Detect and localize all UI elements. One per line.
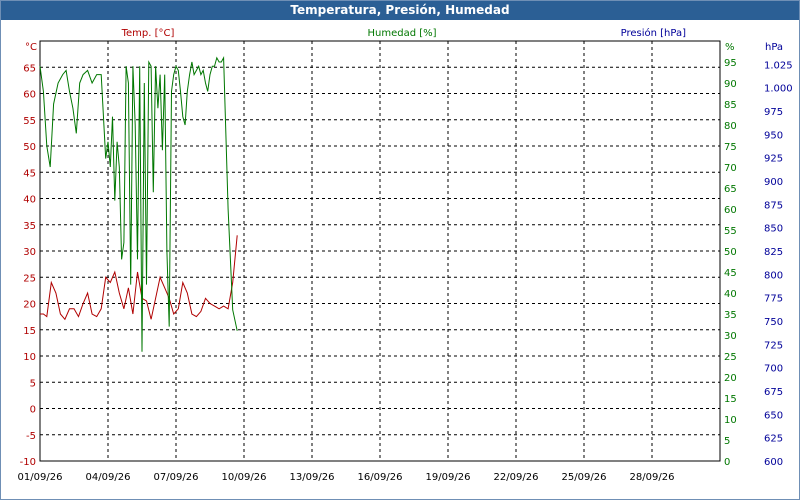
humidity-tick-label: 0 bbox=[724, 457, 730, 468]
temp-axis-header: Temp. [°C] bbox=[121, 28, 175, 39]
humidity-tick-label: 95 bbox=[724, 58, 737, 69]
humidity-tick-label: 25 bbox=[724, 352, 737, 363]
humidity-unit-label: % bbox=[725, 42, 735, 53]
x-tick-label: 13/09/26 bbox=[290, 472, 335, 483]
pressure-tick-label: 900 bbox=[764, 177, 783, 188]
pressure-tick-label: 825 bbox=[764, 247, 783, 258]
temp-tick-label: 0 bbox=[30, 405, 36, 416]
series-lines bbox=[39, 55, 238, 352]
pressure-axis-header: Presión [hPa] bbox=[621, 27, 686, 39]
temperature-series-line bbox=[40, 235, 238, 321]
humidity-tick-label: 5 bbox=[724, 436, 730, 447]
pressure-unit-label: hPa bbox=[765, 42, 783, 53]
pressure-tick-label: 975 bbox=[764, 107, 783, 118]
humidity-tick-label: 50 bbox=[724, 247, 737, 258]
humidity-tick-label: 15 bbox=[724, 394, 737, 405]
humidity-tick-label: 85 bbox=[724, 100, 737, 111]
temp-tick-label: 60 bbox=[23, 90, 36, 101]
x-tick-label: 04/09/26 bbox=[86, 472, 131, 483]
plot-grid bbox=[39, 40, 721, 462]
humidity-tick-label: 45 bbox=[724, 268, 737, 279]
temp-tick-label: 10 bbox=[23, 352, 36, 363]
temp-tick-label: 55 bbox=[23, 116, 36, 127]
humidity-axis-header: Humedad [%] bbox=[367, 28, 436, 39]
x-tick-label: 25/09/26 bbox=[562, 472, 607, 483]
temp-tick-label: 20 bbox=[23, 300, 36, 311]
temp-tick-label: 40 bbox=[23, 195, 36, 206]
temp-tick-label: 45 bbox=[23, 168, 36, 179]
pressure-tick-label: 750 bbox=[764, 317, 783, 328]
x-tick-label: 22/09/26 bbox=[494, 472, 539, 483]
humidity-tick-label: 35 bbox=[724, 310, 737, 321]
humidity-tick-label: 40 bbox=[724, 289, 737, 300]
humidity-tick-label: 55 bbox=[724, 226, 737, 237]
temp-tick-label: 15 bbox=[23, 326, 36, 337]
x-tick-label: 19/09/26 bbox=[426, 472, 471, 483]
humidity-tick-label: 75 bbox=[724, 142, 737, 153]
pressure-tick-label: 675 bbox=[764, 387, 783, 398]
axis-tick-labels: 01/09/26 04/09/26 07/09/26 10/09/26 13/09/26… bbox=[18, 58, 793, 483]
humidity-tick-label: 80 bbox=[724, 121, 737, 132]
x-tick-label: 07/09/26 bbox=[154, 472, 199, 483]
pressure-tick-label: 650 bbox=[764, 410, 783, 421]
humidity-tick-label: 20 bbox=[724, 373, 737, 384]
temp-tick-label: 50 bbox=[23, 142, 36, 153]
temp-tick-label: 25 bbox=[23, 273, 36, 284]
x-tick-label: 28/09/26 bbox=[630, 472, 675, 483]
pressure-tick-label: 950 bbox=[764, 130, 783, 141]
pressure-tick-label: 725 bbox=[764, 340, 783, 351]
pressure-tick-label: 925 bbox=[764, 154, 783, 165]
temp-tick-label: 35 bbox=[23, 221, 36, 232]
pressure-tick-label: 800 bbox=[764, 270, 783, 281]
pressure-tick-label: 600 bbox=[764, 457, 783, 468]
pressure-tick-label: 775 bbox=[764, 294, 783, 305]
pressure-tick-label: 1.025 bbox=[764, 60, 793, 71]
temp-tick-label: -10 bbox=[20, 457, 36, 468]
pressure-tick-label: 1.000 bbox=[764, 84, 793, 95]
temp-tick-label: 65 bbox=[23, 63, 36, 74]
temp-tick-label: 5 bbox=[30, 378, 36, 389]
humidity-tick-label: 60 bbox=[724, 205, 737, 216]
x-tick-label: 01/09/26 bbox=[18, 472, 63, 483]
temp-unit-label: °C bbox=[25, 42, 37, 53]
humidity-tick-label: 10 bbox=[724, 415, 737, 426]
temp-tick-label: -5 bbox=[26, 431, 36, 442]
pressure-tick-label: 625 bbox=[764, 434, 783, 445]
x-tick-label: 16/09/26 bbox=[358, 472, 403, 483]
chart: °C Temp. [°C] Humedad [%] Presión [hPa] … bbox=[18, 27, 793, 483]
humidity-tick-label: 70 bbox=[724, 163, 737, 174]
pressure-tick-label: 875 bbox=[764, 200, 783, 211]
humidity-tick-label: 65 bbox=[724, 184, 737, 195]
temp-tick-label: 30 bbox=[23, 247, 36, 258]
pressure-tick-label: 850 bbox=[764, 224, 783, 235]
humidity-tick-label: 90 bbox=[724, 79, 737, 90]
humidity-series-line bbox=[39, 55, 238, 352]
humidity-tick-label: 30 bbox=[724, 331, 737, 342]
x-tick-label: 10/09/26 bbox=[222, 472, 267, 483]
pressure-tick-label: 700 bbox=[764, 364, 783, 375]
